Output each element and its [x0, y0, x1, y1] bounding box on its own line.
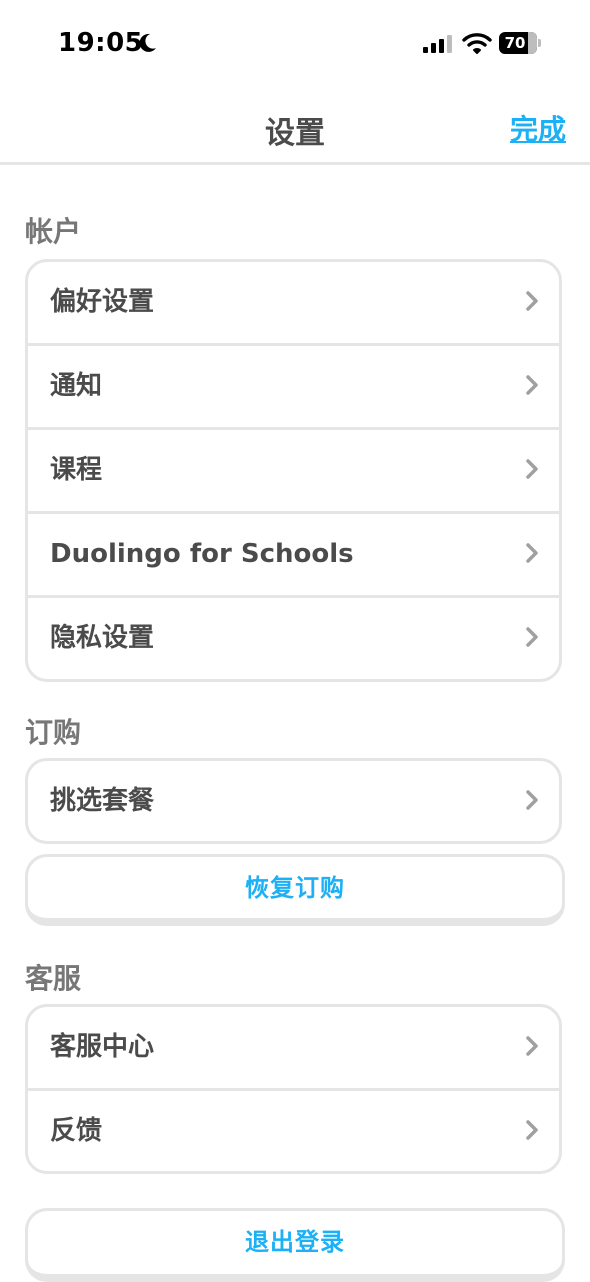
chevron-right-icon [526, 291, 538, 311]
chevron-right-icon [526, 1120, 538, 1140]
row-label: 课程 [50, 455, 103, 485]
chevron-right-icon [526, 790, 538, 810]
restore-subscription-button[interactable]: 恢复订购 [25, 854, 565, 926]
row-feedback[interactable]: 反馈 [28, 1091, 559, 1171]
battery-icon: 70 [499, 32, 541, 54]
row-label: Duolingo for Schools [50, 539, 354, 569]
chevron-right-icon [526, 459, 538, 479]
status-bar: 19:05 70 [0, 0, 590, 88]
chevron-right-icon [526, 375, 538, 395]
moon-icon [139, 33, 156, 52]
logout-label: 退出登录 [245, 1228, 345, 1256]
restore-subscription-label: 恢复订购 [245, 874, 345, 902]
row-label: 挑选套餐 [50, 786, 155, 816]
support-card: 客服中心 反馈 [25, 1004, 562, 1174]
battery-level: 70 [504, 34, 526, 52]
row-privacy-settings[interactable]: 隐私设置 [28, 598, 559, 679]
section-header-support: 客服 [25, 962, 82, 995]
row-help-center[interactable]: 客服中心 [28, 1007, 559, 1091]
row-duolingo-for-schools[interactable]: Duolingo for Schools [28, 514, 559, 598]
wifi-icon [462, 33, 492, 54]
logout-button[interactable]: 退出登录 [25, 1208, 565, 1282]
nav-bar: 设置 完成 [0, 88, 590, 165]
row-label: 隐私设置 [50, 623, 155, 653]
subscription-card: 挑选套餐 [25, 758, 562, 844]
section-header-account: 帐户 [25, 215, 82, 248]
chevron-right-icon [526, 543, 538, 563]
row-label: 客服中心 [50, 1032, 155, 1062]
section-header-subscription: 订购 [25, 716, 82, 749]
done-button[interactable]: 完成 [510, 108, 566, 148]
chevron-right-icon [526, 1036, 538, 1056]
cellular-signal-icon [423, 35, 452, 53]
row-label: 反馈 [50, 1116, 103, 1146]
row-courses[interactable]: 课程 [28, 430, 559, 514]
status-time: 19:05 [58, 28, 144, 58]
chevron-right-icon [526, 627, 538, 647]
row-notifications[interactable]: 通知 [28, 346, 559, 430]
account-card: 偏好设置 通知 课程 Duolingo for Schools 隐私设置 [25, 259, 562, 682]
row-preferences[interactable]: 偏好设置 [28, 262, 559, 346]
row-label: 偏好设置 [50, 287, 155, 317]
row-label: 通知 [50, 371, 103, 401]
row-choose-plan[interactable]: 挑选套餐 [28, 761, 559, 841]
page-title: 设置 [265, 116, 325, 151]
